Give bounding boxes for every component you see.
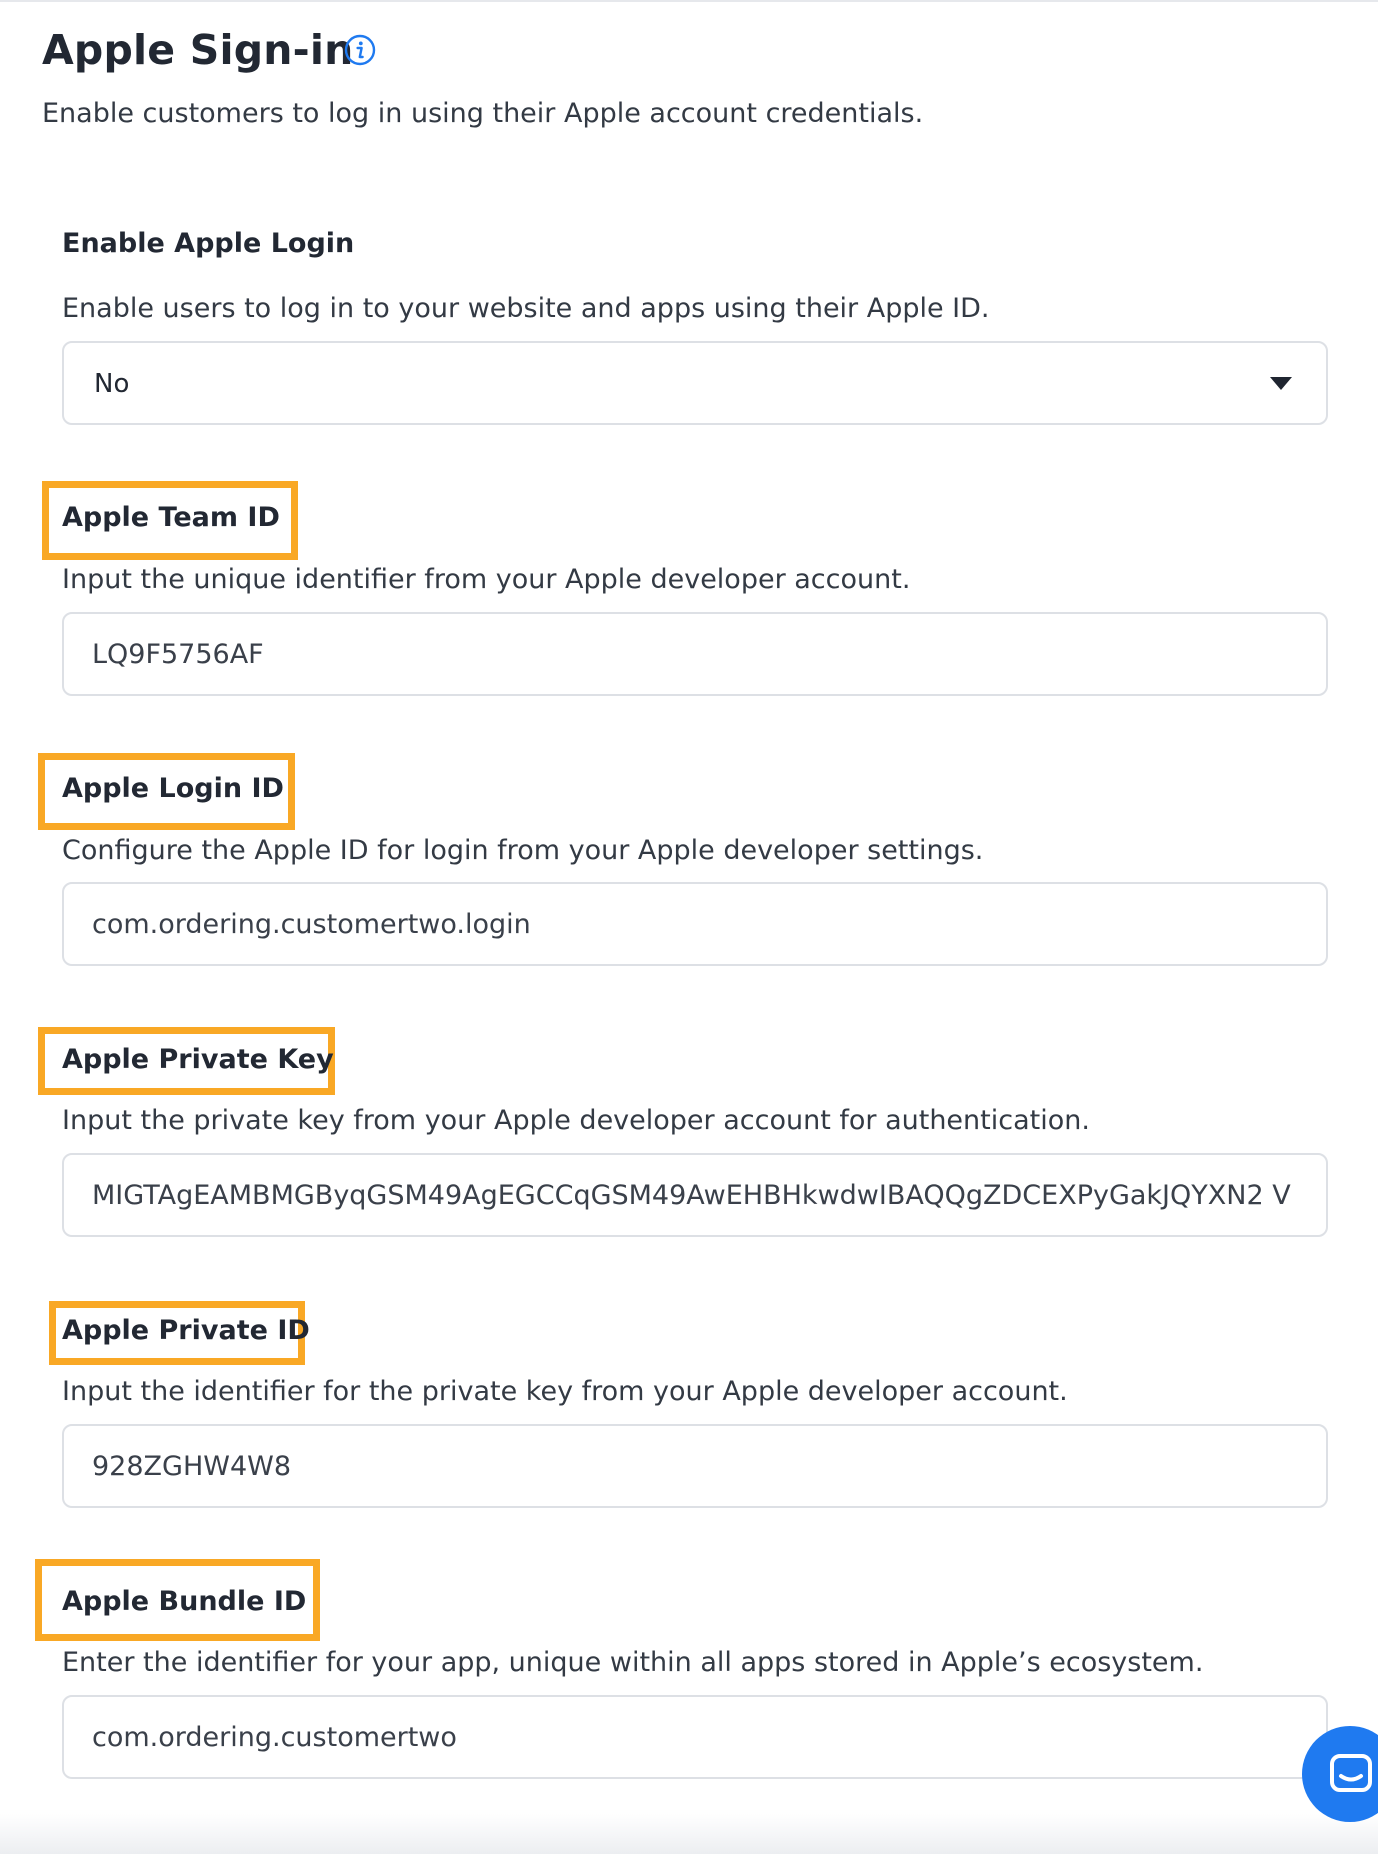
apple-private-id-input[interactable]: 928ZGHW4W8 [62,1424,1328,1508]
enable-apple-login-select[interactable]: No [62,341,1328,425]
caret-down-icon [1270,377,1292,390]
apple-bundle-id-description: Enter the identifier for your app, uniqu… [62,1647,1204,1678]
apple-login-id-input[interactable]: com.ordering.customertwo.login [62,882,1328,966]
apple-login-id-value: com.ordering.customertwo.login [92,909,531,940]
apple-bundle-id-label: Apple Bundle ID [62,1586,307,1617]
info-icon[interactable] [344,34,376,66]
apple-private-id-description: Input the identifier for the private key… [62,1376,1068,1407]
apple-team-id-label: Apple Team ID [62,502,280,533]
apple-bundle-id-input[interactable]: com.ordering.customertwo [62,1695,1328,1779]
enable-apple-login-description: Enable users to log in to your website a… [62,293,990,324]
apple-private-key-description: Input the private key from your Apple de… [62,1105,1090,1136]
apple-team-id-value: LQ9F5756AF [92,639,264,670]
apple-private-key-label: Apple Private Key [62,1044,334,1075]
apple-private-key-input[interactable]: MIGTAgEAMBMGByqGSM49AgEGCCqGSM49AwEHBHkw… [62,1153,1328,1237]
apple-private-id-value: 928ZGHW4W8 [92,1451,292,1482]
apple-team-id-input[interactable]: LQ9F5756AF [62,612,1328,696]
apple-private-key-value: MIGTAgEAMBMGByqGSM49AgEGCCqGSM49AwEHBHkw… [92,1180,1291,1211]
apple-login-id-label: Apple Login ID [62,773,284,804]
page-title: Apple Sign-in [42,26,354,74]
apple-private-id-label: Apple Private ID [62,1315,310,1346]
top-divider [0,0,1378,2]
enable-apple-login-label: Enable Apple Login [62,228,355,259]
enable-apple-login-selected-value: No [94,369,130,399]
apple-team-id-description: Input the unique identifier from your Ap… [62,564,911,595]
page-subtitle: Enable customers to log in using their A… [42,98,924,129]
apple-bundle-id-value: com.ordering.customertwo [92,1722,457,1753]
chat-icon [1330,1754,1372,1792]
bottom-shade [0,1814,1378,1854]
apple-login-id-description: Configure the Apple ID for login from yo… [62,835,984,866]
